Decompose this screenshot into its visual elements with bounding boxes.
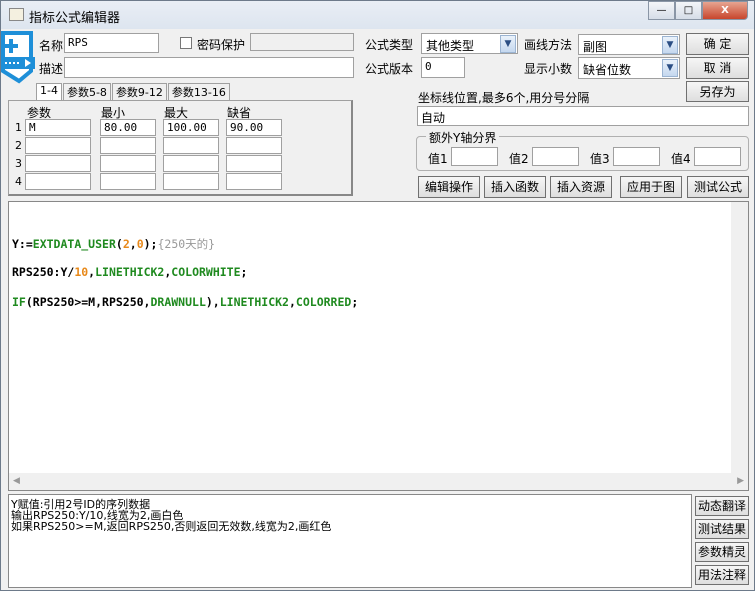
param-row-number: 4 <box>15 175 22 188</box>
decimals-value: 缺省位数 <box>583 63 632 77</box>
formula-type-label: 公式类型 <box>365 38 414 52</box>
dynamic-translate-button[interactable]: 动态翻译 <box>695 496 749 516</box>
yval1-label: 值1 <box>428 152 448 166</box>
test-formula-button[interactable]: 测试公式 <box>687 176 749 198</box>
axis-input[interactable]: 自动 <box>417 106 749 126</box>
param-wizard-button[interactable]: 参数精灵 <box>695 542 749 562</box>
param-row-number: 2 <box>15 139 22 152</box>
window-title: 指标公式编辑器 <box>29 11 121 26</box>
editor-window: 指标公式编辑器 — □ X 名称 RPS 密码保护 描述 公式类型 其他类型 ▼ … <box>0 0 755 591</box>
version-input[interactable]: 0 <box>421 57 465 78</box>
password-input[interactable] <box>250 33 354 51</box>
minimize-button[interactable]: — <box>648 1 675 20</box>
desc-line: 如果RPS250>=M,返回RPS250,否则返回无效数,线宽为2,画红色 <box>11 520 332 533</box>
draw-method-label: 画线方法 <box>524 38 573 52</box>
name-label: 名称 <box>39 39 64 53</box>
edit-ops-button[interactable]: 编辑操作 <box>418 176 480 198</box>
insert-function-button[interactable]: 插入函数 <box>484 176 546 198</box>
yval3-input[interactable] <box>613 147 660 166</box>
draw-method-select[interactable]: 副图 ▼ <box>578 34 680 55</box>
yval2-input[interactable] <box>532 147 579 166</box>
param-min-input[interactable] <box>100 173 156 190</box>
name-input[interactable]: RPS <box>64 33 159 53</box>
param-def-input[interactable] <box>226 155 282 172</box>
horizontal-scrollbar[interactable]: ◀ ▶ <box>9 473 748 490</box>
tab-params-9-12[interactable]: 参数9-12 <box>111 83 167 100</box>
chevron-down-icon: ▼ <box>500 35 516 53</box>
yval4-input[interactable] <box>694 147 741 166</box>
param-min-input[interactable]: 80.00 <box>100 119 156 136</box>
save-as-button[interactable]: 另存为 <box>686 81 749 102</box>
vertical-scrollbar[interactable] <box>731 202 748 475</box>
test-result-button[interactable]: 测试结果 <box>695 519 749 539</box>
param-max-input[interactable] <box>163 137 219 154</box>
param-max-input[interactable]: 100.00 <box>163 119 219 136</box>
version-label: 公式版本 <box>365 62 414 76</box>
tab-params-13-16[interactable]: 参数13-16 <box>167 83 230 100</box>
param-name-input[interactable] <box>25 155 91 172</box>
chevron-down-icon: ▼ <box>662 36 678 54</box>
param-tabs: 1-4 参数5-8 参数9-12 参数13-16 <box>36 83 231 100</box>
insert-resource-button[interactable]: 插入资源 <box>550 176 612 198</box>
axis-label: 坐标线位置,最多6个,用分号分隔 <box>418 91 590 105</box>
param-max-input[interactable] <box>163 173 219 190</box>
code-line-2: RPS250:Y/10,LINETHICK2,COLORWHITE; <box>12 265 248 279</box>
param-max-input[interactable] <box>163 155 219 172</box>
formula-type-value: 其他类型 <box>426 39 475 53</box>
code-editor[interactable]: Y:=EXTDATA_USER(2,0);{250天的} RPS250:Y/10… <box>8 201 749 491</box>
app-icon <box>9 8 24 21</box>
yval3-label: 值3 <box>590 152 610 166</box>
param-def-input[interactable]: 90.00 <box>226 119 282 136</box>
param-row-number: 1 <box>15 121 22 134</box>
tab-params-1-4[interactable]: 1-4 <box>36 83 62 100</box>
description-panel: Y赋值:引用2号ID的序列数据 输出RPS250:Y/10,线宽为2,画白色 如… <box>8 494 692 588</box>
cancel-button[interactable]: 取 消 <box>686 57 749 79</box>
yval1-input[interactable] <box>451 147 498 166</box>
param-name-input[interactable] <box>25 137 91 154</box>
code-line-3: IF(RPS250>=M,RPS250,DRAWNULL),LINETHICK2… <box>12 295 359 309</box>
close-button[interactable]: X <box>702 1 748 20</box>
tab-params-5-8[interactable]: 参数5-8 <box>62 83 111 100</box>
maximize-button[interactable]: □ <box>675 1 702 20</box>
password-label: 密码保护 <box>197 38 246 52</box>
param-name-input[interactable] <box>25 173 91 190</box>
decimals-select[interactable]: 缺省位数 ▼ <box>578 57 680 79</box>
desc-label: 描述 <box>39 62 64 76</box>
yval4-label: 值4 <box>671 152 691 166</box>
code-line-1: Y:=EXTDATA_USER(2,0);{250天的} <box>12 237 216 251</box>
yval2-label: 值2 <box>509 152 529 166</box>
formula-type-select[interactable]: 其他类型 ▼ <box>421 33 518 54</box>
param-min-input[interactable] <box>100 155 156 172</box>
add-shield-overlay-icon[interactable] <box>1 31 37 91</box>
apply-to-chart-button[interactable]: 应用于图 <box>620 176 682 198</box>
title-bar: 指标公式编辑器 — □ X <box>1 1 754 29</box>
param-min-input[interactable] <box>100 137 156 154</box>
password-checkbox[interactable] <box>180 37 192 49</box>
param-def-input[interactable] <box>226 173 282 190</box>
ok-button[interactable]: 确 定 <box>686 33 749 55</box>
param-name-input[interactable]: M <box>25 119 91 136</box>
param-def-input[interactable] <box>226 137 282 154</box>
decimals-label: 显示小数 <box>524 62 573 76</box>
yaxis-group-label: 额外Y轴分界 <box>426 129 500 146</box>
usage-notes-button[interactable]: 用法注释 <box>695 565 749 585</box>
draw-method-value: 副图 <box>583 40 608 54</box>
chevron-down-icon: ▼ <box>662 59 678 77</box>
desc-input[interactable] <box>64 57 354 78</box>
param-row-number: 3 <box>15 157 22 170</box>
